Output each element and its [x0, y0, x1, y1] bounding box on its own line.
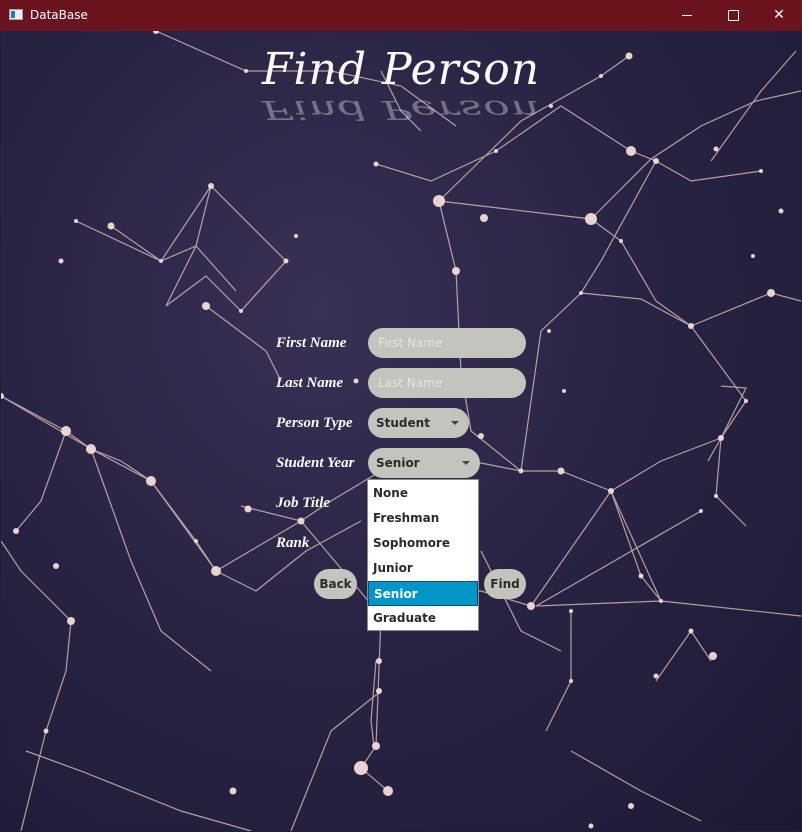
person-type-label: Person Type — [276, 415, 353, 431]
app-window: DataBase ✕ Find Person Find Person First… — [0, 0, 802, 832]
chevron-down-icon — [462, 461, 470, 465]
student-year-value: Senior — [376, 456, 420, 470]
window-title: DataBase — [30, 8, 88, 22]
back-button[interactable]: Back — [314, 569, 357, 599]
app-icon — [9, 9, 23, 20]
close-button[interactable]: ✕ — [756, 0, 802, 31]
option-graduate[interactable]: Graduate — [368, 606, 478, 631]
page-title-reflection: Find Person — [261, 94, 541, 125]
last-name-field[interactable] — [368, 368, 526, 398]
student-year-select[interactable]: Senior — [368, 448, 480, 478]
chevron-down-icon — [451, 421, 459, 425]
option-junior[interactable]: Junior — [368, 556, 478, 581]
maximize-icon — [727, 9, 739, 21]
first-name-label: First Name — [276, 335, 347, 351]
page-title: Find Person — [261, 44, 541, 95]
first-name-field[interactable] — [368, 328, 526, 358]
title-bar[interactable]: DataBase ✕ — [0, 0, 802, 31]
last-name-label: Last Name — [276, 375, 344, 391]
rank-label: Rank — [276, 535, 310, 551]
option-senior[interactable]: Senior — [368, 581, 478, 606]
find-button[interactable]: Find — [484, 569, 526, 599]
student-year-label: Student Year — [276, 455, 355, 471]
job-title-label: Job Title — [276, 495, 331, 511]
person-type-value: Student — [376, 416, 430, 430]
maximize-button[interactable] — [710, 0, 756, 31]
minimize-button[interactable] — [664, 0, 710, 31]
option-none[interactable]: None — [368, 481, 478, 506]
option-freshman[interactable]: Freshman — [368, 506, 478, 531]
close-icon: ✕ — [773, 7, 785, 23]
minimize-icon — [682, 14, 692, 16]
student-year-dropdown: None Freshman Sophomore Junior Senior Gr… — [367, 479, 479, 631]
person-type-select[interactable]: Student — [368, 408, 469, 438]
option-sophomore[interactable]: Sophomore — [368, 531, 478, 556]
